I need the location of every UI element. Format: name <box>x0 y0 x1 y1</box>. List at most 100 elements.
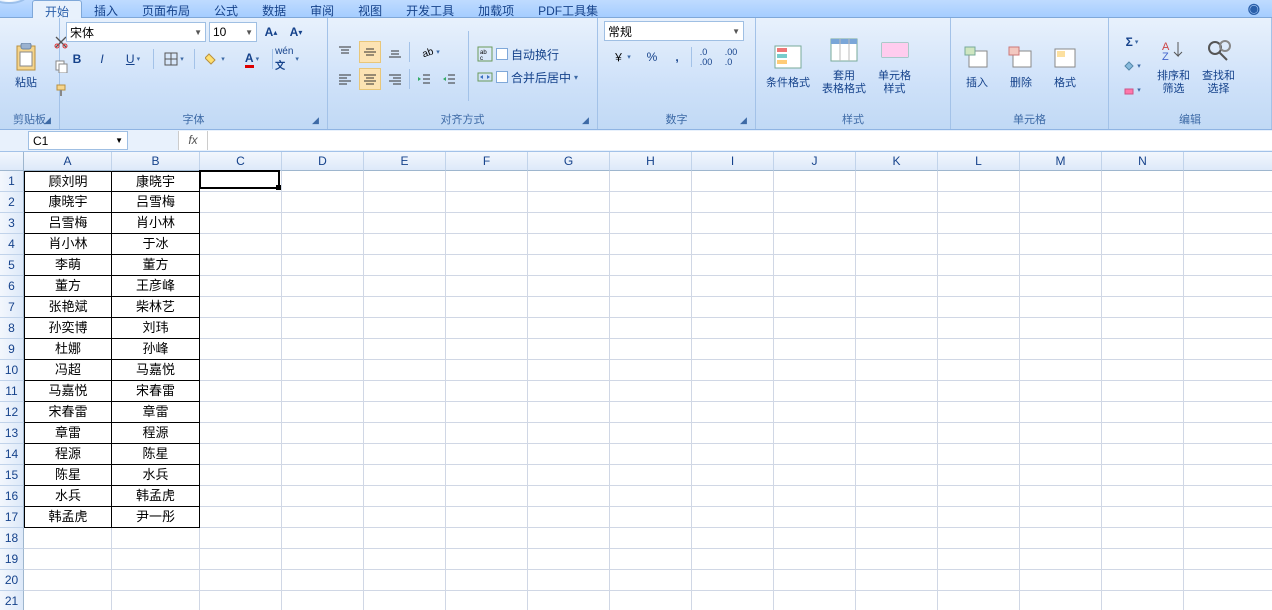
cell[interactable]: 章雷 <box>24 423 112 444</box>
cell[interactable] <box>610 234 692 255</box>
cell[interactable]: 张艳斌 <box>24 297 112 318</box>
row-header[interactable]: 1 <box>0 171 24 192</box>
comma-button[interactable]: , <box>666 46 688 68</box>
cell[interactable] <box>774 234 856 255</box>
row-header[interactable]: 11 <box>0 381 24 402</box>
cell[interactable]: 章雷 <box>112 402 200 423</box>
cell[interactable] <box>774 570 856 591</box>
tab-4[interactable]: 数据 <box>250 0 298 18</box>
cell[interactable] <box>364 360 446 381</box>
cell[interactable] <box>24 570 112 591</box>
cell[interactable] <box>610 507 692 528</box>
find-select-button[interactable]: 查找和 选择 <box>1198 33 1239 98</box>
cell[interactable] <box>610 318 692 339</box>
cell[interactable] <box>282 381 364 402</box>
cell[interactable] <box>24 549 112 570</box>
cell[interactable] <box>446 381 528 402</box>
cell[interactable]: 程源 <box>112 423 200 444</box>
cell[interactable] <box>938 444 1020 465</box>
cell[interactable]: 董方 <box>24 276 112 297</box>
fill-button[interactable]: ▾ <box>1115 55 1149 77</box>
cell[interactable] <box>610 591 692 610</box>
cell[interactable] <box>200 486 282 507</box>
cell[interactable] <box>1102 507 1184 528</box>
cell[interactable] <box>282 297 364 318</box>
italic-button[interactable]: I <box>91 48 113 70</box>
cell[interactable] <box>528 297 610 318</box>
cell[interactable] <box>200 234 282 255</box>
cell[interactable] <box>692 423 774 444</box>
row-header[interactable]: 13 <box>0 423 24 444</box>
number-format-combo[interactable]: 常规▼ <box>604 21 744 41</box>
cell[interactable] <box>856 423 938 444</box>
cell[interactable] <box>282 360 364 381</box>
cell[interactable] <box>200 549 282 570</box>
cell[interactable] <box>1020 360 1102 381</box>
cell[interactable] <box>692 507 774 528</box>
align-left-button[interactable] <box>334 68 356 90</box>
sort-filter-button[interactable]: AZ排序和 筛选 <box>1153 33 1194 98</box>
cell[interactable] <box>692 234 774 255</box>
cell[interactable] <box>1020 276 1102 297</box>
fx-icon[interactable]: fx <box>178 131 208 150</box>
autosum-button[interactable]: Σ▾ <box>1115 31 1149 53</box>
cell[interactable] <box>282 591 364 610</box>
paste-button[interactable]: 粘贴 <box>6 40 46 92</box>
cell[interactable] <box>1020 402 1102 423</box>
row-header[interactable]: 17 <box>0 507 24 528</box>
cell[interactable] <box>528 192 610 213</box>
align-launcher-icon[interactable]: ◢ <box>582 115 594 127</box>
cell[interactable] <box>1020 465 1102 486</box>
cell[interactable] <box>528 213 610 234</box>
cell[interactable] <box>200 213 282 234</box>
tab-1[interactable]: 插入 <box>82 0 130 18</box>
cell[interactable] <box>856 570 938 591</box>
cell-styles-button[interactable]: 单元格 样式 <box>874 33 915 98</box>
cell[interactable]: 顾刘明 <box>24 171 112 192</box>
underline-button[interactable]: U▾ <box>116 48 150 70</box>
cell[interactable] <box>446 213 528 234</box>
col-header[interactable]: L <box>938 152 1020 171</box>
col-header[interactable]: B <box>112 152 200 171</box>
cell[interactable] <box>200 339 282 360</box>
shrink-font-button[interactable]: A▾ <box>285 21 307 43</box>
bold-button[interactable]: B <box>66 48 88 70</box>
cell[interactable] <box>938 171 1020 192</box>
cell[interactable]: 马嘉悦 <box>112 360 200 381</box>
cell[interactable] <box>528 276 610 297</box>
cell[interactable] <box>1102 381 1184 402</box>
cell[interactable] <box>938 213 1020 234</box>
merge-center-button[interactable]: 合并后居中 ▾ <box>477 69 578 86</box>
cell[interactable] <box>774 402 856 423</box>
cell[interactable] <box>282 549 364 570</box>
cell[interactable] <box>692 360 774 381</box>
col-header[interactable]: N <box>1102 152 1184 171</box>
row-header[interactable]: 3 <box>0 213 24 234</box>
cell[interactable] <box>938 570 1020 591</box>
cell[interactable] <box>938 339 1020 360</box>
cell[interactable] <box>528 591 610 610</box>
cell[interactable] <box>528 171 610 192</box>
cell[interactable] <box>1020 213 1102 234</box>
align-bottom-button[interactable] <box>384 41 406 63</box>
cell[interactable] <box>446 549 528 570</box>
number-launcher-icon[interactable]: ◢ <box>740 115 752 127</box>
font-launcher-icon[interactable]: ◢ <box>312 115 324 127</box>
cell[interactable] <box>610 528 692 549</box>
cell[interactable] <box>446 402 528 423</box>
clear-button[interactable]: ▾ <box>1115 79 1149 101</box>
align-top-button[interactable] <box>334 41 356 63</box>
cell[interactable] <box>774 444 856 465</box>
cell[interactable] <box>364 339 446 360</box>
cell[interactable] <box>1020 339 1102 360</box>
cell[interactable]: 陈星 <box>24 465 112 486</box>
cell[interactable] <box>24 528 112 549</box>
row-header[interactable]: 19 <box>0 549 24 570</box>
cell[interactable] <box>364 213 446 234</box>
cell[interactable] <box>692 171 774 192</box>
cell[interactable]: 杜娜 <box>24 339 112 360</box>
row-header[interactable]: 20 <box>0 570 24 591</box>
cell[interactable] <box>692 276 774 297</box>
row-header[interactable]: 9 <box>0 339 24 360</box>
cell[interactable] <box>692 591 774 610</box>
